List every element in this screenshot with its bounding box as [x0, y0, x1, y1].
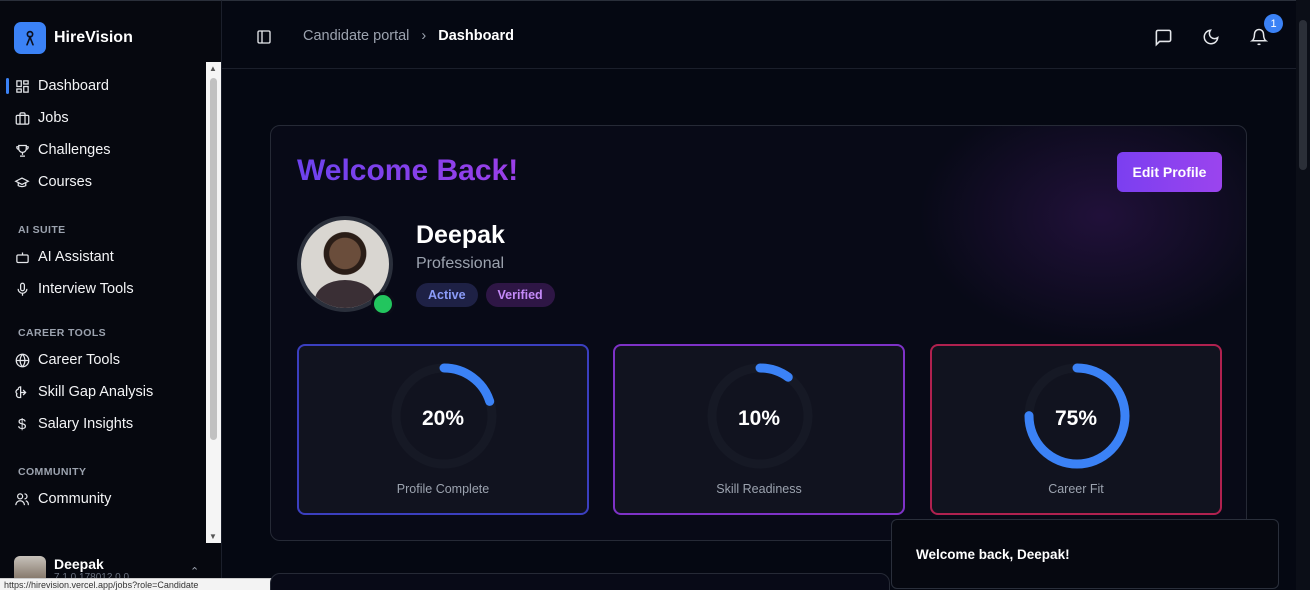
page-scrollbar[interactable] [1296, 0, 1310, 590]
sidebar-item-label: Career Tools [38, 352, 120, 368]
scroll-down-icon[interactable]: ▼ [209, 532, 217, 541]
section-career-tools: CAREER TOOLS [18, 327, 107, 339]
app: HireVision Dashboard Jobs Challenges Cou… [0, 0, 1310, 590]
brand-name: HireVision [54, 29, 133, 46]
graduation-cap-icon [14, 174, 30, 190]
breadcrumb-current: Dashboard [438, 28, 515, 44]
sidebar-item-label: Salary Insights [38, 416, 134, 432]
sidebar-item-label: Challenges [38, 142, 111, 158]
moon-icon[interactable] [1201, 27, 1221, 47]
scrollbar-thumb[interactable] [1299, 20, 1307, 170]
profile-name: Deepak [416, 221, 505, 249]
section-community: COMMUNITY [18, 466, 87, 478]
sidebar-item-career-tools[interactable]: Career Tools [0, 344, 206, 376]
sidebar-item-community[interactable]: Community [0, 483, 206, 515]
toast-message: Welcome back, Deepak! [916, 547, 1070, 562]
sidebar-item-courses[interactable]: Courses [0, 166, 206, 198]
stat-label: Career Fit [1048, 482, 1104, 496]
profile-role: Professional [416, 255, 505, 272]
brain-icon [14, 384, 30, 400]
browser-status-url: https://hirevision.vercel.app/jobs?role=… [0, 578, 280, 590]
verified-badge: Verified [485, 283, 555, 307]
profile-avatar [297, 216, 395, 316]
edit-profile-button[interactable]: Edit Profile [1117, 152, 1222, 192]
stat-percent: 10% [737, 407, 781, 430]
dollar-icon: $ [17, 415, 27, 433]
stat-card-skill-readiness: 10% Skill Readiness [613, 344, 905, 515]
top-bar: Candidate portal › Dashboard 1 [222, 0, 1296, 69]
message-icon[interactable] [1153, 27, 1173, 47]
sidebar-item-dashboard[interactable]: Dashboard [0, 70, 206, 102]
notification-badge: 1 [1264, 14, 1283, 33]
globe-icon [14, 352, 30, 368]
sidebar: HireVision Dashboard Jobs Challenges Cou… [0, 0, 222, 590]
stat-label: Skill Readiness [716, 482, 802, 496]
scrollbar-thumb[interactable] [210, 78, 217, 440]
sidebar-item-challenges[interactable]: Challenges [0, 134, 206, 166]
welcome-card: Welcome Back! Edit Profile Deepak Profes… [270, 125, 1247, 541]
stat-label: Profile Complete [396, 482, 490, 496]
sidebar-item-ai-assistant[interactable]: AI Assistant [0, 241, 206, 273]
stat-card-profile-complete: 20% Profile Complete [297, 344, 589, 515]
status-badges: Active Verified [416, 283, 555, 307]
sidebar-item-jobs[interactable]: Jobs [0, 102, 206, 134]
stat-percent: 75% [1054, 407, 1098, 430]
next-card [270, 573, 890, 590]
sidebar-item-skill-gap[interactable]: Skill Gap Analysis [0, 376, 206, 408]
sidebar-item-interview-tools[interactable]: Interview Tools [0, 273, 206, 305]
sidebar-item-label: Jobs [38, 110, 69, 126]
sidebar-scrollbar[interactable]: ▲ ▼ [206, 62, 221, 543]
page-title: Welcome Back! [297, 154, 519, 187]
sidebar-item-label: Skill Gap Analysis [38, 384, 154, 400]
bot-icon [14, 249, 30, 265]
breadcrumb-parent[interactable]: Candidate portal [303, 28, 409, 44]
sidebar-item-salary[interactable]: $ Salary Insights [0, 408, 206, 440]
mic-icon [14, 281, 30, 297]
chevron-right-icon: › [421, 28, 427, 44]
sidebar-toggle-icon[interactable] [254, 27, 274, 47]
sidebar-nav: Dashboard Jobs Challenges Courses AI SUI… [0, 70, 206, 515]
trophy-icon [14, 142, 30, 158]
online-status-dot [371, 292, 395, 316]
stat-card-career-fit: 75% Career Fit [930, 344, 1222, 515]
toast-notification[interactable]: Welcome back, Deepak! [891, 519, 1279, 589]
brand[interactable]: HireVision [14, 22, 133, 54]
briefcase-icon [14, 110, 30, 126]
brand-logo-icon [14, 22, 46, 54]
sidebar-item-label: Dashboard [38, 78, 109, 94]
section-ai-suite: AI SUITE [18, 224, 66, 236]
sidebar-item-label: AI Assistant [38, 249, 114, 265]
grid-icon [14, 78, 30, 94]
scroll-up-icon[interactable]: ▲ [209, 64, 217, 73]
sidebar-item-label: Courses [38, 174, 92, 190]
stat-percent: 20% [421, 407, 465, 430]
users-icon [14, 491, 30, 507]
status-badge: Active [416, 283, 478, 307]
sidebar-item-label: Interview Tools [38, 281, 134, 297]
sidebar-item-label: Community [38, 491, 112, 507]
user-name: Deepak [54, 556, 104, 572]
breadcrumb: Candidate portal › Dashboard [303, 28, 514, 44]
